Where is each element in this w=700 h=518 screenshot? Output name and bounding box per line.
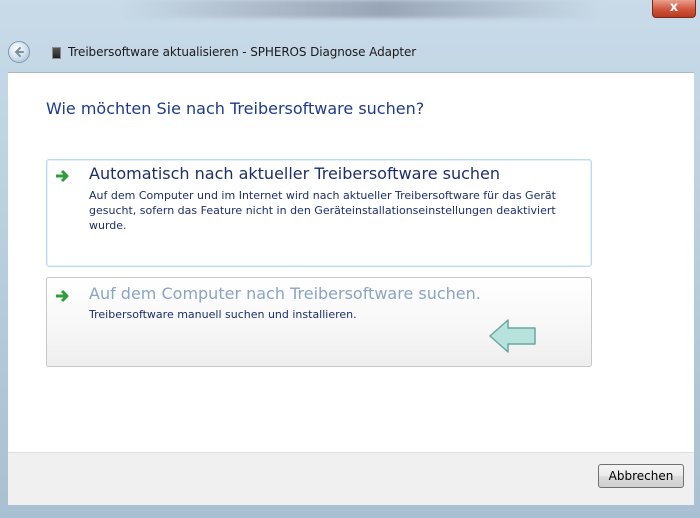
window-frame: x Treibersoftware aktualisieren - SPHERO… [0,0,700,518]
green-arrow-icon [56,169,69,183]
option-description: Auf dem Computer und im Internet wird na… [89,189,556,232]
back-arrow-icon [14,47,24,57]
cancel-button[interactable]: Abbrechen [598,464,684,488]
window-title: Treibersoftware aktualisieren - SPHEROS … [68,45,417,59]
footer: Abbrechen [8,452,694,505]
page-heading: Wie möchten Sie nach Treibersoftware suc… [46,99,425,118]
content-area: Wie möchten Sie nach Treibersoftware suc… [8,72,694,453]
back-button[interactable] [8,41,30,63]
title-bar-background [120,0,600,18]
option-title: Auf dem Computer nach Treibersoftware su… [89,284,481,303]
app-icon [52,47,61,59]
title-bar: Treibersoftware aktualisieren - SPHEROS … [6,40,694,70]
close-button[interactable]: x [652,0,696,18]
left-arrow-hint-icon [489,319,536,353]
option-title: Automatisch nach aktueller Treibersoftwa… [89,164,501,183]
option-automatic-search[interactable]: Automatisch nach aktueller Treibersoftwa… [46,159,592,267]
green-arrow-icon [56,289,69,303]
